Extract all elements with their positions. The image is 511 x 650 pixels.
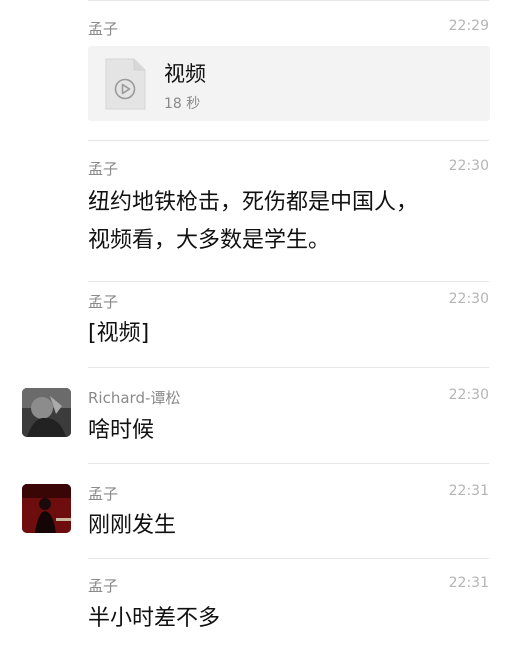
chat-message: 孟子 22:29 视频 18 秒	[0, 0, 511, 138]
sender-name: 孟子	[88, 485, 119, 503]
message-text-line[interactable]: [视频]	[88, 315, 149, 352]
message-text-line: 视频看，大多数是学生。	[88, 228, 331, 253]
sender-name: 孟子	[88, 20, 119, 38]
message-time: 22:29	[448, 18, 489, 34]
avatar[interactable]	[22, 388, 71, 437]
video-file-card[interactable]: 视频 18 秒	[88, 46, 490, 121]
message-text-line: 半小时差不多	[88, 606, 221, 631]
chat-message: 孟子 22:31 半小时差不多	[0, 558, 511, 650]
avatar-photo-icon	[22, 484, 71, 533]
message-text-line: 纽约地铁枪击，死伤都是中国人，	[88, 190, 419, 215]
sender-name: 孟子	[88, 577, 119, 595]
chat-message: 孟子 22:30 纽约地铁枪击，死伤都是中国人， 视频看，大多数是学生。	[0, 140, 511, 282]
message-time: 22:30	[448, 291, 489, 307]
sender-name: 孟子	[88, 293, 119, 311]
chat-message: 孟子 22:30 [视频]	[0, 281, 511, 367]
video-file-icon	[105, 58, 146, 110]
file-name: 视频	[164, 62, 206, 86]
chat-message: 孟子 22:31 刚刚发生	[0, 463, 511, 559]
sender-name: Richard-谭松	[88, 389, 181, 407]
avatar-photo-icon	[22, 388, 71, 437]
message-text-line: 啥时候	[88, 418, 155, 443]
message-time: 22:30	[448, 158, 489, 174]
message-text-line: 刚刚发生	[88, 513, 177, 538]
chat-message: Richard-谭松 22:30 啥时候	[0, 367, 511, 463]
message-time: 22:30	[448, 387, 489, 403]
sender-name: 孟子	[88, 160, 119, 178]
message-time: 22:31	[448, 575, 489, 591]
message-time: 22:31	[448, 483, 489, 499]
avatar[interactable]	[22, 484, 71, 533]
file-duration: 18 秒	[164, 96, 201, 112]
